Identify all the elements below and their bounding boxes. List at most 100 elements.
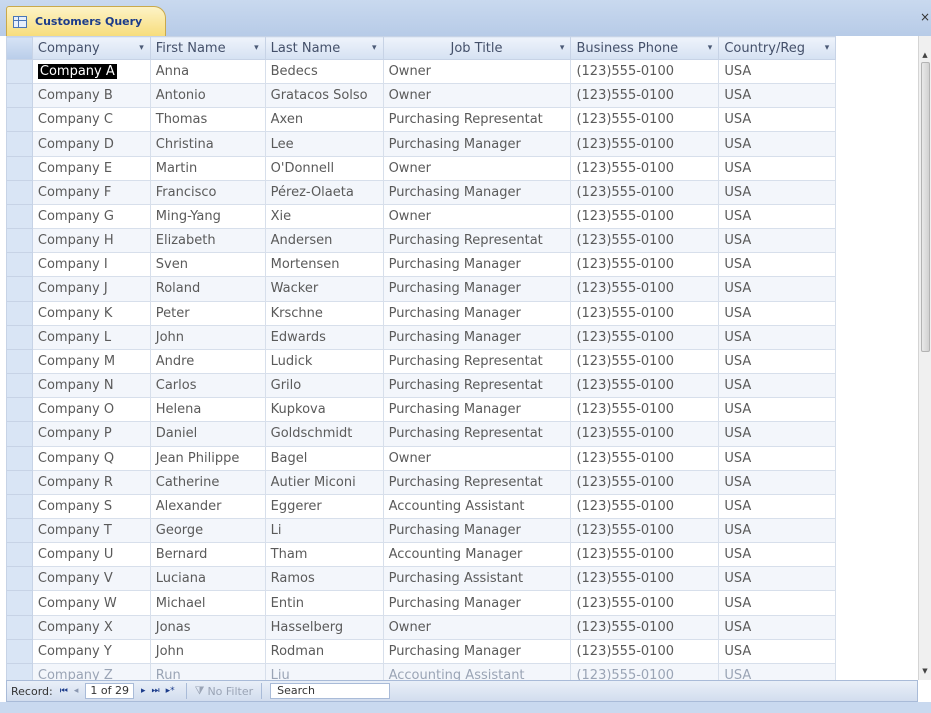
cell-business-phone[interactable]: (123)555-0100 (570, 421, 720, 447)
cell-country-region[interactable]: USA (718, 566, 837, 592)
cell-business-phone[interactable]: (123)555-0100 (570, 590, 720, 616)
cell-job-title[interactable]: Purchasing Manager (382, 131, 572, 157)
cell-company[interactable]: Company Y (31, 638, 151, 664)
cell-company[interactable]: Company J (31, 276, 151, 302)
cell-business-phone[interactable]: (123)555-0100 (570, 252, 720, 278)
row-selector[interactable] (6, 348, 33, 375)
cell-last-name[interactable]: Bedecs (264, 58, 384, 85)
first-record-icon[interactable]: ⏮ (57, 686, 71, 696)
cell-company[interactable]: Company G (31, 203, 151, 230)
current-record-field[interactable]: 1 of 29 (85, 683, 134, 699)
sort-dropdown-icon[interactable]: ▾ (254, 43, 259, 53)
cell-first-name[interactable]: Bernard (149, 542, 266, 568)
cell-company[interactable]: Company T (31, 517, 151, 544)
row-selector[interactable] (6, 83, 33, 109)
column-header-job-title[interactable]: Job Title ▾ (382, 36, 572, 60)
search-input[interactable]: Search (270, 683, 391, 699)
cell-first-name[interactable]: Elizabeth (149, 228, 266, 254)
cell-last-name[interactable]: Entin (264, 590, 384, 616)
cell-last-name[interactable]: Pérez-Olaeta (264, 179, 384, 205)
cell-last-name[interactable]: Rodman (264, 638, 384, 664)
cell-company[interactable]: Company R (31, 469, 151, 495)
cell-last-name[interactable]: Autier Miconi (264, 469, 384, 495)
cell-first-name[interactable]: Martin (149, 155, 266, 181)
cell-country-region[interactable]: USA (718, 614, 837, 640)
cell-company[interactable]: Company B (31, 83, 151, 109)
cell-country-region[interactable]: USA (718, 517, 837, 544)
cell-last-name[interactable]: Hasselberg (264, 614, 384, 640)
cell-job-title[interactable]: Accounting Assistant (382, 493, 572, 519)
cell-business-phone[interactable]: (123)555-0100 (570, 445, 720, 471)
cell-last-name[interactable]: Kupkova (264, 397, 384, 423)
cell-country-region[interactable]: USA (718, 58, 837, 85)
cell-company[interactable]: Company I (31, 252, 151, 278)
sort-dropdown-icon[interactable]: ▾ (560, 43, 565, 53)
cell-country-region[interactable]: USA (718, 228, 837, 254)
column-header-country-region[interactable]: Country/Reg ▾ (718, 36, 837, 60)
cell-job-title[interactable]: Accounting Assistant (382, 662, 572, 680)
cell-job-title[interactable]: Purchasing Representat (382, 228, 572, 254)
cell-company[interactable]: Company P (31, 421, 151, 447)
cell-company[interactable]: Company K (31, 300, 151, 326)
cell-first-name[interactable]: Sven (149, 252, 266, 278)
cell-first-name[interactable]: Francisco (149, 179, 266, 205)
table-row[interactable]: Company B Antonio Gratacos Solso Owner (123)… (6, 83, 918, 109)
cell-company[interactable]: Company S (31, 493, 151, 519)
close-tab-button[interactable]: × (919, 10, 931, 24)
table-row[interactable]: Company C Thomas Axen Purchasing Representa… (6, 107, 918, 133)
table-row[interactable]: Company P Daniel Goldschmidt Purchasing Rep… (6, 421, 918, 447)
cell-job-title[interactable]: Purchasing Representat (382, 421, 572, 447)
cell-first-name[interactable]: Michael (149, 590, 266, 616)
cell-business-phone[interactable]: (123)555-0100 (570, 228, 720, 254)
cell-first-name[interactable]: Peter (149, 300, 266, 326)
table-row[interactable]: Company J Roland Wacker Purchasing Manager(… (6, 276, 918, 302)
table-row[interactable]: Company H Elizabeth Andersen Purchasing Rep… (6, 228, 918, 254)
cell-country-region[interactable]: USA (718, 155, 837, 181)
table-row[interactable]: Company E Martin O'Donnell Owner (123)555-01… (6, 155, 918, 181)
cell-first-name[interactable]: Andre (149, 348, 266, 375)
table-row[interactable]: Company Z Run Liu Accounting Assistant (123)… (6, 662, 918, 680)
cell-job-title[interactable]: Owner (382, 83, 572, 109)
cell-country-region[interactable]: USA (718, 348, 837, 375)
cell-last-name[interactable]: Li (264, 517, 384, 544)
row-selector[interactable] (6, 228, 33, 254)
cell-last-name[interactable]: Grilo (264, 373, 384, 399)
cell-business-phone[interactable]: (123)555-0100 (570, 542, 720, 568)
table-row[interactable]: Company T George Li Purchasing Manager (123)… (6, 517, 918, 544)
cell-country-region[interactable]: USA (718, 324, 837, 350)
cell-job-title[interactable]: Owner (382, 614, 572, 640)
last-record-icon[interactable]: ⏭ (148, 686, 162, 696)
cell-last-name[interactable]: Xie (264, 203, 384, 230)
vertical-scrollbar[interactable]: ▲ ▼ (918, 36, 931, 680)
cell-company[interactable]: Company F (31, 179, 151, 205)
row-selector[interactable] (6, 590, 33, 616)
cell-job-title[interactable]: Purchasing Representat (382, 348, 572, 375)
filter-toggle-button[interactable]: ⧩ No Filter (191, 681, 258, 701)
cell-job-title[interactable]: Purchasing Representat (382, 107, 572, 133)
cell-business-phone[interactable]: (123)555-0100 (570, 300, 720, 326)
row-selector[interactable] (6, 155, 33, 181)
cell-job-title[interactable]: Purchasing Manager (382, 397, 572, 423)
cell-job-title[interactable]: Purchasing Manager (382, 590, 572, 616)
table-row[interactable]: Company K Peter Krschne Purchasing Manager(… (6, 300, 918, 326)
cell-business-phone[interactable]: (123)555-0100 (570, 373, 720, 399)
row-selector[interactable] (6, 58, 33, 85)
cell-last-name[interactable]: Eggerer (264, 493, 384, 519)
cell-business-phone[interactable]: (123)555-0100 (570, 493, 720, 519)
cell-job-title[interactable]: Purchasing Manager (382, 638, 572, 664)
cell-company[interactable]: Company D (31, 131, 151, 157)
cell-company[interactable]: Company H (31, 228, 151, 254)
cell-first-name[interactable]: Daniel (149, 421, 266, 447)
table-row[interactable]: Company D Christina Lee Purchasing Manager(… (6, 131, 918, 157)
table-row[interactable]: Company M Andre Ludick Purchasing Represent… (6, 348, 918, 375)
cell-last-name[interactable]: Wacker (264, 276, 384, 302)
cell-company[interactable]: Company X (31, 614, 151, 640)
row-selector[interactable] (6, 445, 33, 471)
cell-first-name[interactable]: George (149, 517, 266, 544)
cell-first-name[interactable]: Christina (149, 131, 266, 157)
cell-business-phone[interactable]: (123)555-0100 (570, 469, 720, 495)
row-selector[interactable] (6, 517, 33, 544)
cell-company[interactable]: Company M (31, 348, 151, 375)
cell-country-region[interactable]: USA (718, 421, 837, 447)
cell-country-region[interactable]: USA (718, 276, 837, 302)
